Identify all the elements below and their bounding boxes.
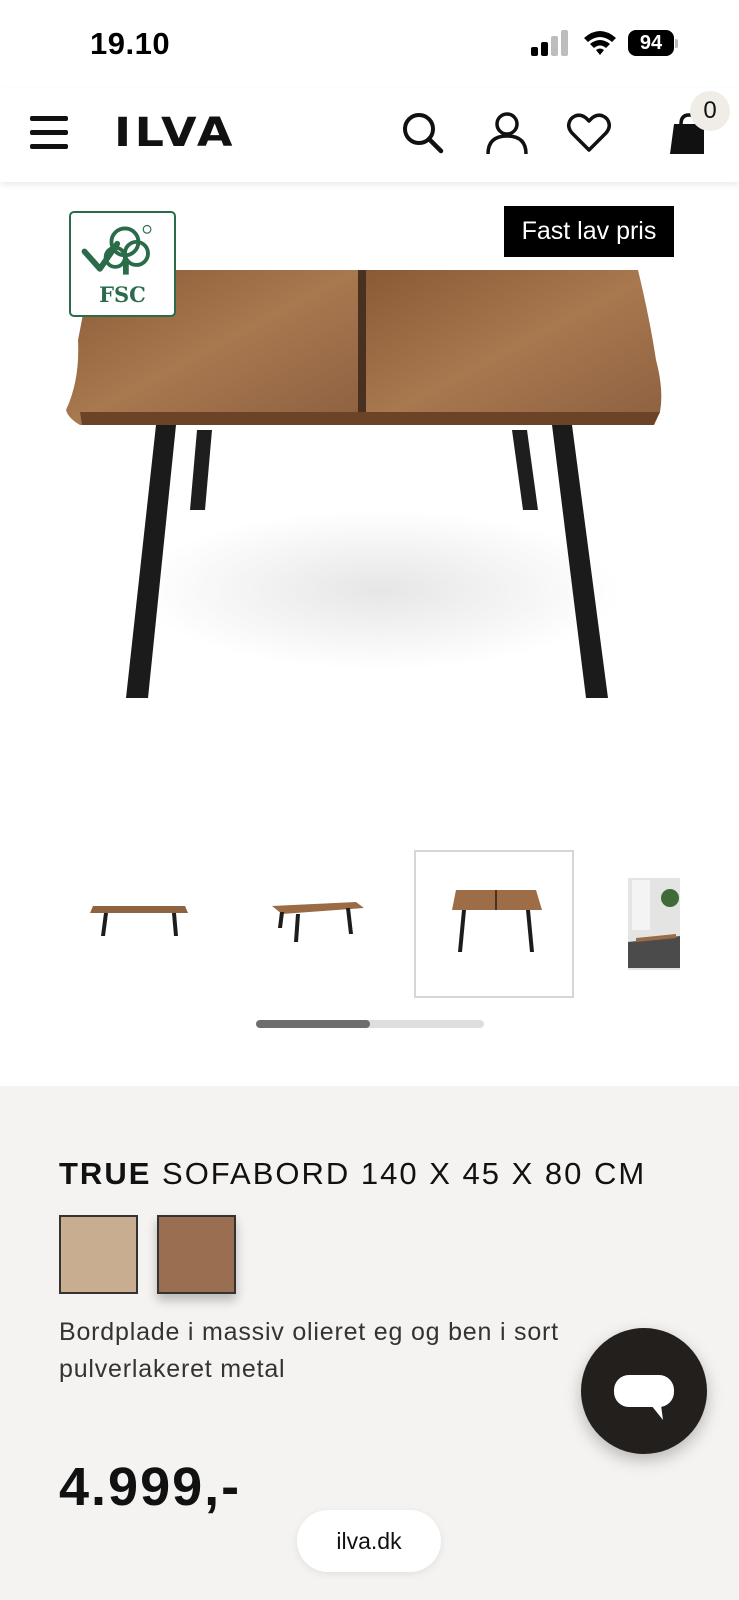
- fsc-label: FSC: [99, 282, 146, 307]
- user-icon[interactable]: [484, 110, 530, 156]
- browser-url-pill[interactable]: ilva.dk: [297, 1510, 441, 1572]
- thumbnail-2[interactable]: [236, 850, 396, 998]
- product-main-image[interactable]: [60, 260, 680, 740]
- thumbnail-1[interactable]: [60, 850, 220, 998]
- status-time: 19.10: [90, 26, 171, 61]
- color-swatch-dark-oak[interactable]: [157, 1215, 236, 1294]
- thumbnail-image: [90, 906, 188, 936]
- thumbnail-image: [628, 878, 680, 970]
- product-description: Bordplade i massiv olieret eg og ben i s…: [59, 1318, 559, 1383]
- product-brand: TRUE: [59, 1156, 152, 1191]
- search-icon[interactable]: [400, 110, 446, 156]
- thumbnail-scrollbar[interactable]: [256, 1020, 484, 1028]
- product-price: 4.999,-: [59, 1457, 242, 1517]
- heart-icon[interactable]: [566, 110, 612, 156]
- chat-bubble-icon: [614, 1375, 674, 1420]
- site-header: ILVA 0: [0, 88, 739, 182]
- thumbnail-image: [452, 890, 542, 952]
- thumbnail-3[interactable]: [414, 850, 574, 998]
- color-swatch-light-oak[interactable]: [59, 1215, 138, 1294]
- fsc-badge: FSC: [69, 211, 176, 317]
- chat-button[interactable]: [581, 1328, 707, 1454]
- battery-icon: 94: [628, 30, 678, 56]
- product-name: SOFABORD 140 X 45 X 80 CM: [162, 1156, 647, 1191]
- cart-count-badge[interactable]: 0: [690, 91, 730, 131]
- wifi-icon: [584, 31, 616, 55]
- menu-icon[interactable]: [30, 116, 70, 152]
- ilva-logo[interactable]: ILVA: [114, 110, 236, 156]
- status-bar: 19.10 94: [0, 0, 739, 88]
- product-info-panel: TRUE SOFABORD 140 X 45 X 80 CM Bordplade…: [0, 1086, 739, 1600]
- thumbnail-image: [272, 902, 364, 942]
- cellular-signal-icon: [531, 30, 568, 56]
- thumbnail-4[interactable]: [628, 850, 680, 998]
- thumbnail-strip: [0, 850, 739, 1000]
- battery-level: 94: [628, 30, 674, 56]
- thumbnail-scrollbar-thumb[interactable]: [256, 1020, 370, 1028]
- fast-low-price-tag: Fast lav pris: [504, 206, 674, 257]
- product-title: TRUE SOFABORD 140 X 45 X 80 CM: [59, 1156, 646, 1192]
